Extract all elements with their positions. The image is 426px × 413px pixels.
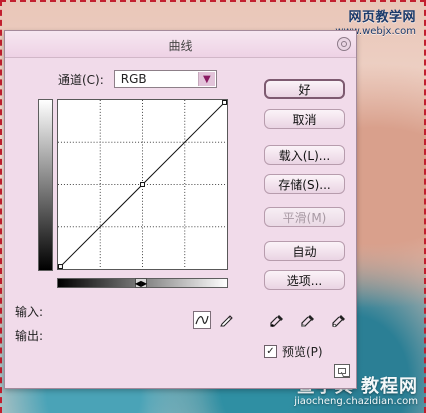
input-label: 输入: <box>15 305 44 319</box>
pencil-svg <box>220 315 233 327</box>
preview-label: 预览(P) <box>282 345 323 359</box>
curve-point-end[interactable] <box>222 100 227 105</box>
preview-row: ✓ 预览(P) <box>264 343 323 360</box>
curve-graph[interactable] <box>57 99 228 270</box>
channel-select[interactable]: RGB ▼ <box>113 70 217 88</box>
load-button[interactable]: 载入(L)... <box>264 145 345 165</box>
smooth-button[interactable]: 平滑(M) <box>264 207 345 227</box>
cancel-button[interactable]: 取消 <box>264 109 345 129</box>
eyedropper-gray-icon[interactable] <box>299 312 317 330</box>
eyedropper-group <box>268 310 348 332</box>
curve-tool-icon[interactable] <box>193 311 211 329</box>
eyedropper-white-svg <box>332 315 345 328</box>
gradient-direction-toggle-icon[interactable]: ◀▶ <box>135 278 147 288</box>
selection-border-top <box>0 0 426 2</box>
options-button[interactable]: 选项... <box>264 270 345 290</box>
curve-point-start[interactable] <box>58 264 63 269</box>
channel-row: 通道(C): RGB ▼ <box>58 69 217 89</box>
eyedropper-white-icon[interactable] <box>330 312 348 330</box>
save-button[interactable]: 存储(S)... <box>264 174 345 194</box>
expand-options-icon[interactable] <box>334 364 350 378</box>
preview-checkbox[interactable]: ✓ <box>264 345 277 358</box>
watermark-bottom-url: jiaocheng.chazidian.com <box>294 396 418 407</box>
channel-value: RGB <box>120 72 147 86</box>
curve-point-middle[interactable] <box>140 182 145 187</box>
auto-button[interactable]: 自动 <box>264 241 345 261</box>
channel-label: 通道(C): <box>58 72 104 87</box>
curve-tool-svg <box>195 315 209 325</box>
watermark-top-chinese: 网页教学网 <box>348 10 416 25</box>
dialog-title: 曲线 <box>168 39 193 53</box>
eyedropper-black-svg <box>270 315 283 327</box>
ok-button[interactable]: 好 <box>264 79 345 99</box>
curves-dialog: 曲线 通道(C): RGB ▼ ◀▶ 输入: 输出: 好 取消 载入(L)...… <box>4 30 357 389</box>
curve-graph-svg <box>58 100 227 269</box>
dialog-titlebar[interactable]: 曲线 <box>5 31 356 58</box>
close-icon[interactable] <box>337 37 351 51</box>
output-gradient-bar <box>38 99 53 271</box>
output-label: 输出: <box>15 329 44 343</box>
pencil-icon[interactable] <box>217 311 235 329</box>
eyedropper-black-icon[interactable] <box>268 312 286 330</box>
selection-border-left <box>0 0 2 413</box>
eyedropper-gray-svg <box>301 315 314 327</box>
chevron-down-icon[interactable]: ▼ <box>197 72 215 86</box>
